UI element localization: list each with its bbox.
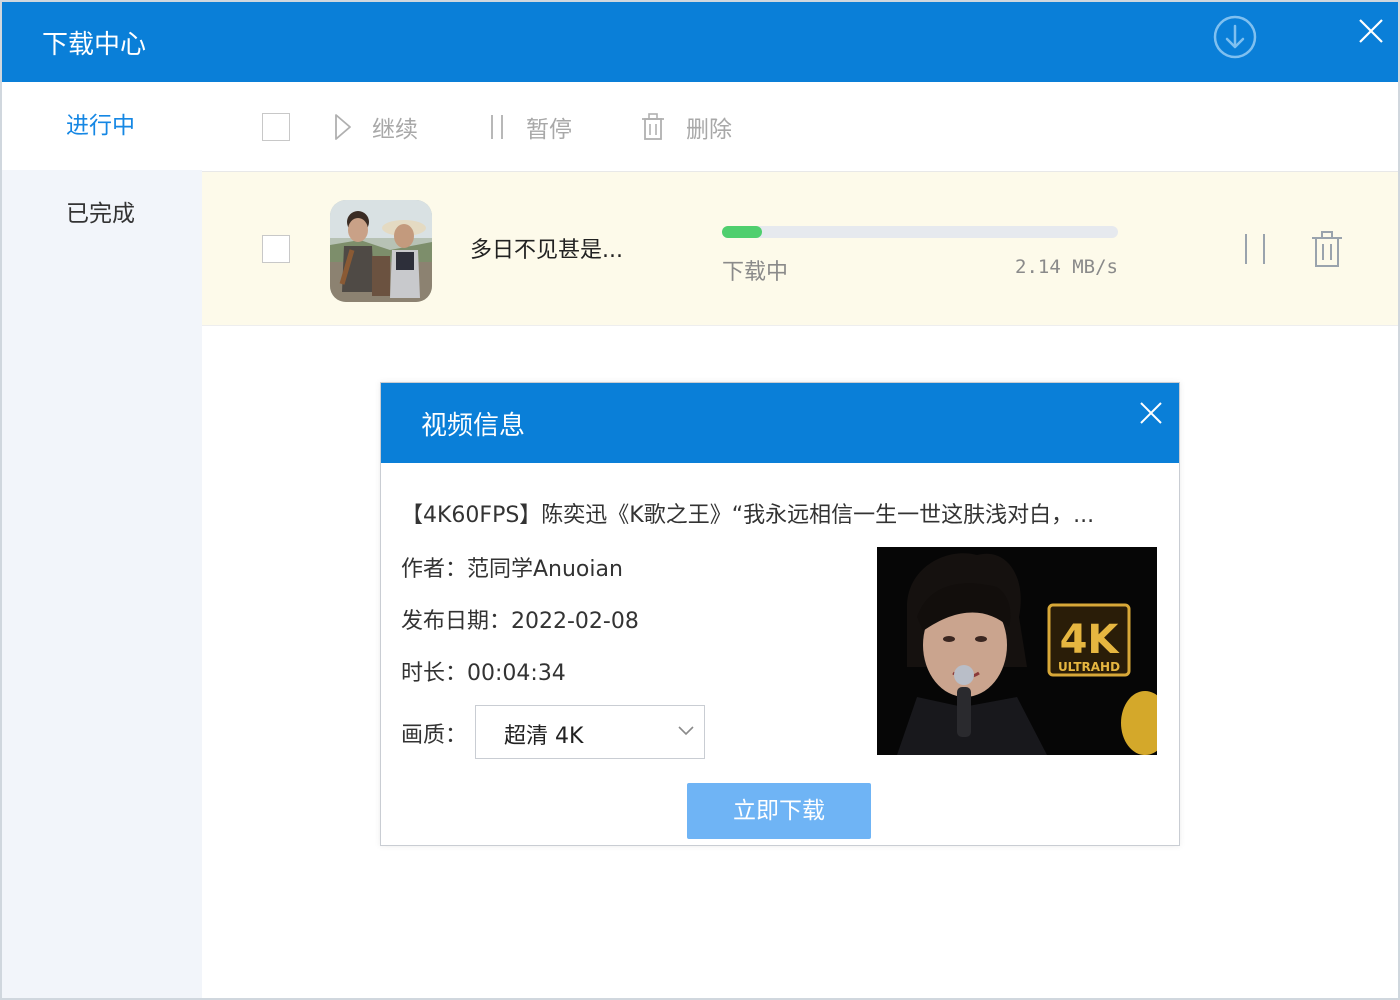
task-thumbnail [330,200,432,302]
video-title: 【4K60FPS】陈奕迅《K歌之王》“我永远相信一生一世这肤浅对白，... [401,503,1095,528]
video-publish-date: 发布日期：2022-02-08 [401,609,639,634]
close-icon[interactable] [1356,16,1386,46]
window-title: 下载中心 [42,30,147,60]
video-preview-image: 4K ULTRAHD [877,547,1157,755]
badge-ultrahd: ULTRAHD [1058,660,1120,674]
chevron-down-icon [678,726,694,736]
quality-label: 画质： [401,723,468,748]
pause-icon[interactable] [1242,232,1268,266]
dialog-header: 视频信息 [381,383,1179,463]
sidebar: 进行中 已完成 [2,82,202,998]
video-duration: 时长：00:04:34 [401,661,566,686]
download-center-window: 下载中心 进行中 已完成 继续 暂停 删除 多日不见甚是... 下载中 2.14… [0,0,1400,1000]
pause-label: 暂停 [526,117,572,143]
close-icon[interactable] [1137,399,1165,427]
resume-button[interactable]: 继续 [334,82,418,172]
progress-bar [722,226,1118,238]
task-checkbox[interactable] [262,235,290,263]
select-all-checkbox[interactable] [262,113,290,141]
play-icon [335,114,351,140]
pause-icon [491,115,503,139]
task-status: 下载中 [722,260,789,285]
sidebar-item-in-progress[interactable]: 进行中 [2,82,202,170]
video-info-dialog: 视频信息 【4K60FPS】陈奕迅《K歌之王》“我永远相信一生一世这肤浅对白，.… [380,382,1180,846]
resume-label: 继续 [372,117,418,143]
title-bar: 下载中心 [2,2,1398,82]
badge-4k: 4K [1060,617,1121,663]
task-name: 多日不见甚是... [470,238,623,263]
trash-icon [642,113,664,140]
dialog-title: 视频信息 [421,411,526,441]
toolbar: 继续 暂停 删除 [202,82,1398,172]
quality-select[interactable]: 超清 4K [475,705,705,759]
quality-value: 超清 4K [504,724,584,749]
sidebar-item-completed[interactable]: 已完成 [2,170,202,258]
download-circle-icon[interactable] [1212,14,1258,60]
progress-fill [722,226,762,238]
delete-label: 删除 [686,117,732,143]
delete-button[interactable]: 删除 [640,82,732,172]
trash-icon[interactable] [1310,230,1344,268]
download-now-button[interactable]: 立即下载 [687,783,871,839]
download-task-row[interactable]: 多日不见甚是... 下载中 2.14 MB/s [202,172,1398,326]
pause-button[interactable]: 暂停 [488,82,572,172]
task-speed: 2.14 MB/s [1015,256,1118,278]
video-author: 作者：范同学Anuoian [401,557,623,582]
